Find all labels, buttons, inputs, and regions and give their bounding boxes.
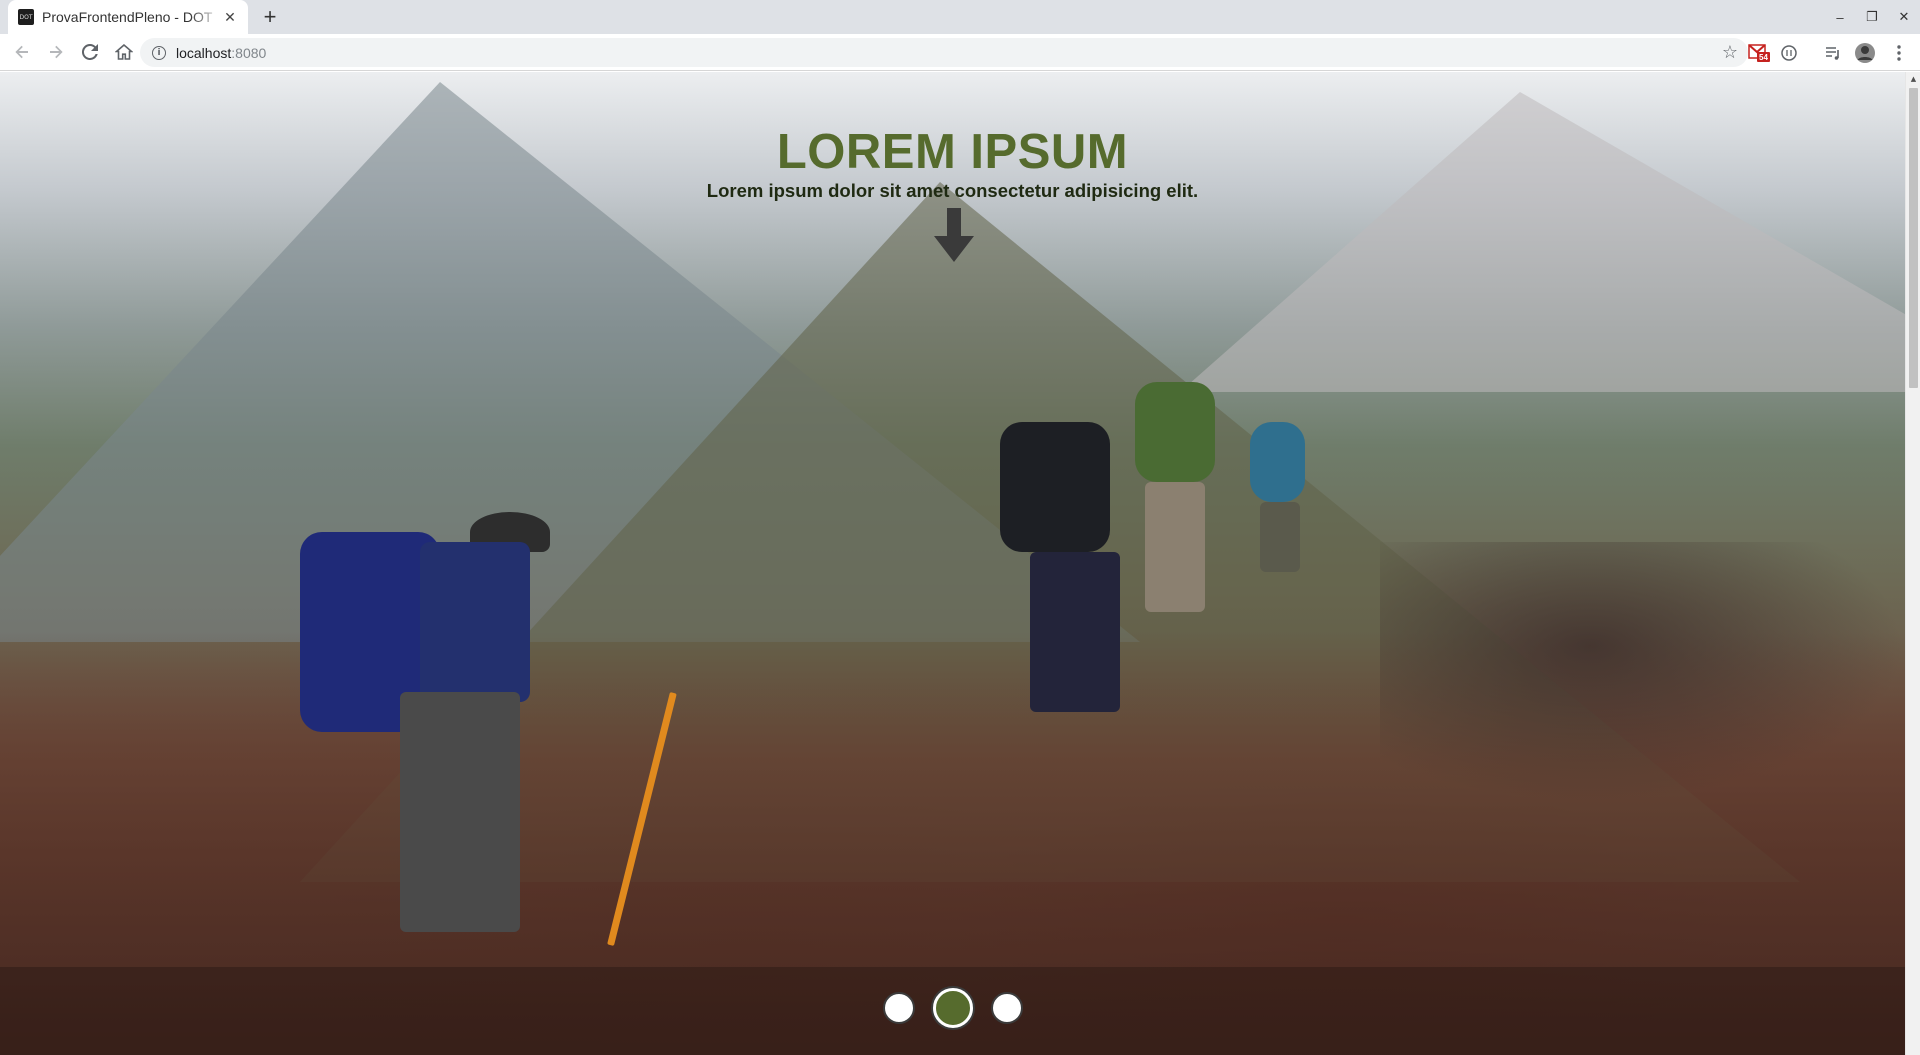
restore-button[interactable]: ❐ bbox=[1856, 0, 1888, 34]
close-tab-icon[interactable]: ✕ bbox=[222, 9, 238, 26]
circle-extension-icon bbox=[1781, 45, 1797, 61]
hiker-back bbox=[1125, 372, 1225, 632]
minimize-button[interactable]: – bbox=[1824, 0, 1856, 34]
carousel-dot-1[interactable] bbox=[882, 992, 915, 1024]
site-info-icon[interactable]: i bbox=[152, 45, 166, 60]
hiker-far bbox=[1245, 422, 1315, 582]
bookmark-star-icon[interactable]: ☆ bbox=[1722, 42, 1738, 63]
address-bar[interactable]: i localhost:8080 ☆ bbox=[140, 38, 1748, 67]
forward-arrow-icon bbox=[50, 45, 63, 59]
playlist-icon bbox=[1826, 47, 1839, 60]
tab-title: ProvaFrontendPleno - DOT bbox=[42, 9, 213, 25]
hiker-front bbox=[300, 512, 560, 962]
browser-tab-strip: DOT ProvaFrontendPleno - DOT ✕ + – ❐ ✕ bbox=[0, 0, 1920, 34]
hiker-middle bbox=[1000, 412, 1140, 732]
url-text[interactable]: localhost:8080 bbox=[176, 45, 266, 61]
browser-menu-button[interactable] bbox=[1888, 42, 1910, 64]
hero-subtitle: Lorem ipsum dolor sit amet consectetur a… bbox=[706, 180, 1199, 201]
privacy-extension-icon[interactable] bbox=[1778, 42, 1800, 64]
media-queue-icon[interactable] bbox=[1822, 42, 1844, 64]
scroll-up-icon[interactable]: ▲ bbox=[1906, 72, 1920, 87]
profile-avatar[interactable] bbox=[1854, 42, 1876, 64]
site-favicon-icon: DOT bbox=[18, 9, 34, 25]
scroll-down-arrow-icon[interactable] bbox=[926, 206, 982, 264]
reload-button[interactable] bbox=[74, 36, 106, 68]
hero-title: LOREM IPSUM bbox=[776, 125, 1129, 179]
kebab-menu-icon bbox=[1897, 45, 1901, 61]
home-icon bbox=[115, 43, 133, 60]
gmail-extension-icon[interactable]: 54 bbox=[1748, 42, 1770, 64]
avatar-icon bbox=[1855, 43, 1875, 63]
home-button[interactable] bbox=[108, 36, 140, 68]
reload-icon bbox=[82, 44, 98, 60]
back-arrow-icon bbox=[15, 45, 28, 59]
carousel-indicators bbox=[0, 988, 1905, 1028]
new-tab-button[interactable]: + bbox=[258, 5, 282, 29]
browser-tab[interactable]: DOT ProvaFrontendPleno - DOT ✕ bbox=[8, 0, 248, 34]
url-host: localhost bbox=[176, 44, 232, 61]
forward-button[interactable] bbox=[40, 36, 72, 68]
url-port: :8080 bbox=[231, 44, 267, 61]
browser-toolbar: i localhost:8080 ☆ 54 bbox=[0, 34, 1920, 71]
scrollbar-thumb[interactable] bbox=[1909, 88, 1918, 388]
back-button[interactable] bbox=[6, 36, 38, 68]
close-window-button[interactable]: ✕ bbox=[1888, 0, 1920, 34]
rock-outcrop bbox=[1380, 542, 1905, 802]
page-scrollbar[interactable]: ▲ bbox=[1905, 72, 1920, 1055]
carousel-dot-2-active[interactable] bbox=[932, 988, 973, 1028]
gmail-unread-badge: 54 bbox=[1759, 53, 1768, 62]
page-viewport: LOREM IPSUM Lorem ipsum dolor sit amet c… bbox=[0, 72, 1905, 1055]
carousel-dot-3[interactable] bbox=[990, 992, 1023, 1024]
window-controls: – ❐ ✕ bbox=[1824, 0, 1920, 34]
